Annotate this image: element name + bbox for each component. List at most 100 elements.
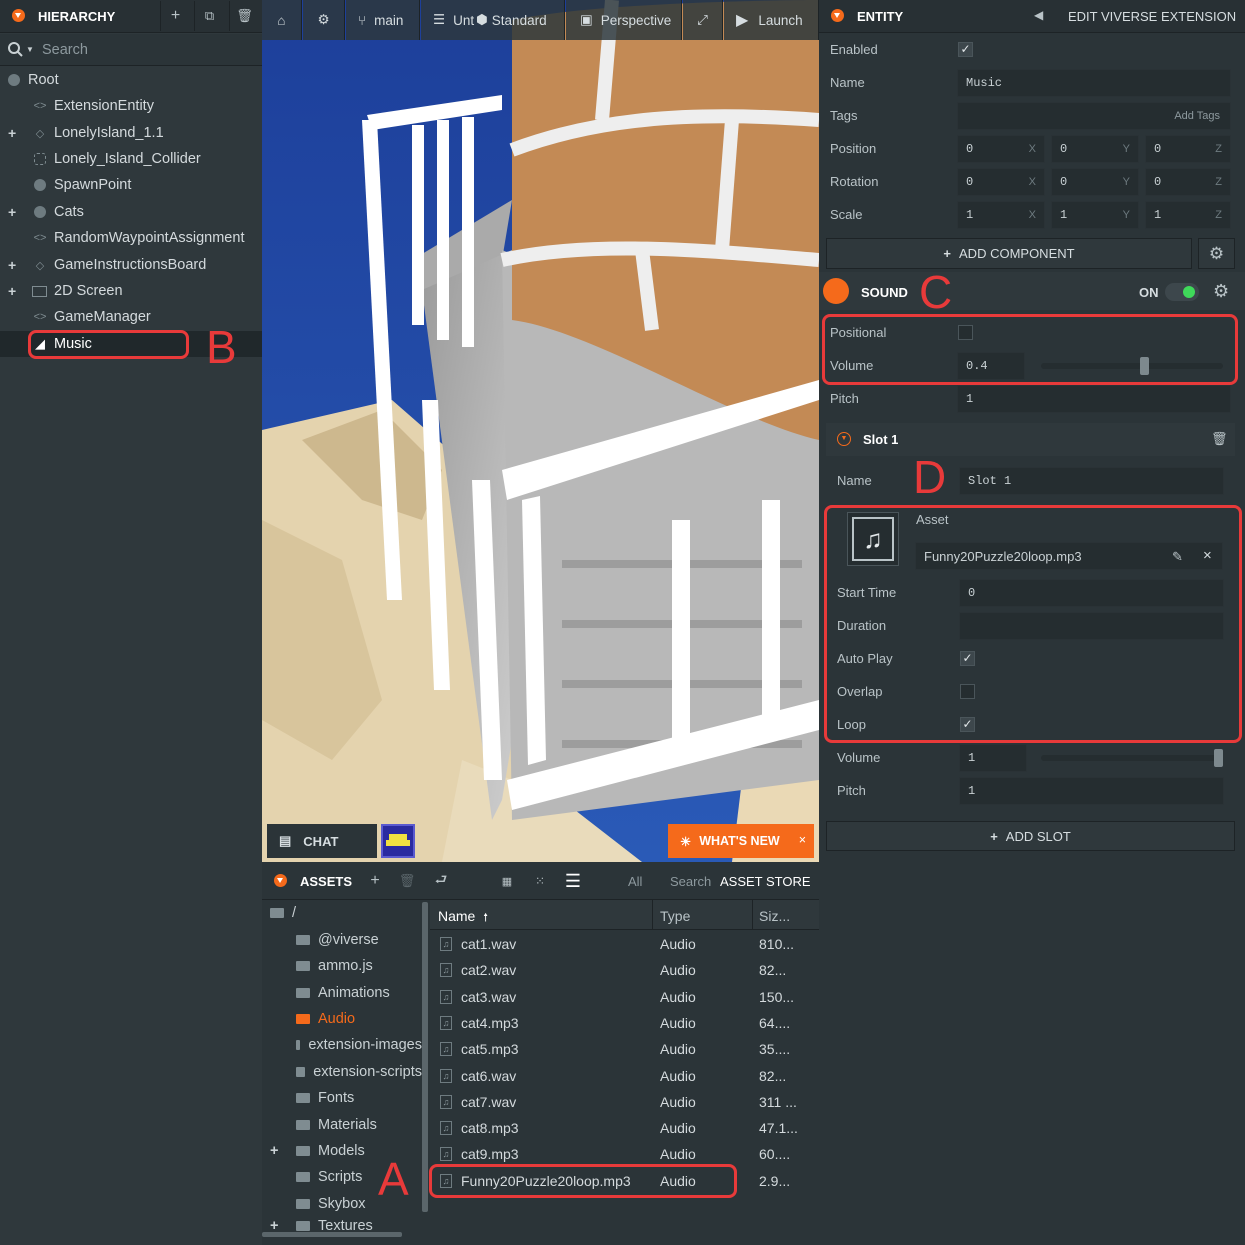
hierarchy-search[interactable]: ▼ Search [0,34,262,66]
position-z-field[interactable]: 0Z [1145,135,1231,163]
column-type[interactable]: Type [660,908,690,924]
folder-item[interactable]: extension-images [296,1032,422,1058]
folder-item[interactable]: @viverse [296,927,379,953]
folder-item[interactable]: ammo.js [296,953,373,979]
upload-icon[interactable]: ⮐ [426,866,456,896]
expand-icon[interactable]: + [270,1143,296,1159]
table-row[interactable]: ♫ cat8.mp3 Audio 47.1... [430,1115,819,1141]
rotation-y-field[interactable]: 0Y [1051,168,1139,196]
expand-icon[interactable]: + [8,257,16,273]
tree-item-gameinstructions[interactable]: + ◇ GameInstructionsBoard [0,252,262,278]
branch-button[interactable]: ⑂ main [346,0,420,40]
tags-field[interactable]: Add Tags [957,102,1231,130]
slot-volume-slider[interactable] [1041,755,1223,761]
table-row[interactable]: ♫ cat7.wav Audio 311 ... [430,1089,819,1115]
chat-button[interactable]: ▤ CHAT [267,824,377,858]
delete-icon[interactable]: 🗑 [392,866,422,896]
avatar[interactable] [381,824,415,858]
close-icon[interactable]: × [799,833,806,847]
render-mode-button[interactable]: ⬢ Standard [474,0,566,40]
cell-type: Audio [660,962,696,979]
folder-label: Models [318,1143,365,1159]
collapse-icon[interactable] [823,278,849,304]
column-name[interactable]: Name 🠕 [438,908,488,928]
table-row[interactable]: ♫ cat4.mp3 Audio 64.... [430,1010,819,1036]
folder-item[interactable]: Skybox [296,1191,366,1217]
expand-icon[interactable]: + [8,125,16,141]
column-size[interactable]: Siz... [759,908,790,924]
tree-item-extensionentity[interactable]: <> ExtensionEntity [0,93,262,119]
back-icon[interactable]: ◀ [1034,8,1043,22]
launch-button[interactable]: ▶ Launch [724,0,819,40]
vertical-scrollbar[interactable] [422,902,428,1212]
home-button[interactable]: ⌂ [262,0,302,40]
enabled-checkbox[interactable]: ✓ [958,42,973,57]
table-row[interactable]: ♫ cat1.wav Audio 810... [430,931,819,957]
add-asset-button[interactable]: + [360,866,390,896]
tree-item-2dscreen[interactable]: + 2D Screen [0,278,262,304]
position-y-field[interactable]: 0Y [1051,135,1139,163]
name-field[interactable]: Music [957,69,1231,97]
folder-item[interactable]: Materials [296,1112,377,1138]
slot-volume-field[interactable]: 1 [959,744,1027,772]
folder-item[interactable]: + Models [270,1138,365,1164]
table-row[interactable]: ♫ cat6.wav Audio 82... [430,1063,819,1089]
slot-name-field[interactable]: Slot 1 [959,467,1224,495]
position-x-field[interactable]: 0X [957,135,1045,163]
settings-button[interactable]: ⚙ [303,0,345,40]
table-row[interactable]: ♫ cat5.mp3 Audio 35.... [430,1036,819,1062]
add-entity-button[interactable]: + [160,1,190,31]
slot-pitch-field[interactable]: 1 [959,777,1224,805]
tree-item-randomwaypoint[interactable]: <> RandomWaypointAssignment [0,225,262,251]
assets-search-input[interactable]: Search [670,874,711,889]
rotation-x-field[interactable]: 0X [957,168,1045,196]
tree-item-lonelyisland[interactable]: + ◇ LonelyIsland_1.1 [0,120,262,146]
collapse-icon[interactable] [831,9,844,22]
scale-y-field[interactable]: 1Y [1051,201,1139,229]
whats-new-button[interactable]: ☀ WHAT'S NEW × [668,824,814,858]
tree-item-cats[interactable]: + Cats [0,199,262,225]
scene-viewport[interactable]: ⌂ ⚙ ⑂ main ☰ Unt ⬢ Standard ▣ Perspective ⤢ … [262,0,819,862]
collapse-icon[interactable] [12,9,25,22]
chevron-down-icon[interactable]: ▼ [26,45,34,54]
duplicate-icon[interactable]: ⧉ [194,1,224,31]
delete-icon[interactable]: 🗑 [1211,431,1228,447]
expand-icon[interactable]: + [8,283,16,299]
add-slot-button[interactable]: + ADD SLOT [826,821,1235,851]
folder-root[interactable]: / [270,900,296,926]
add-component-button[interactable]: + ADD COMPONENT [826,238,1192,269]
tree-item-root[interactable]: Root [0,67,262,93]
collapse-icon[interactable] [274,874,287,887]
large-grid-icon[interactable]: ▦ [492,866,522,896]
delete-icon[interactable]: 🗑 [229,1,259,31]
table-row[interactable]: ♫ cat3.wav Audio 150... [430,984,819,1010]
scale-x-field[interactable]: 1X [957,201,1045,229]
gear-icon[interactable]: ⚙ [1213,281,1229,302]
folder-item[interactable]: Fonts [296,1085,354,1111]
list-view-icon[interactable]: ☰ [558,866,588,896]
column-name-label: Name [438,908,476,924]
hierarchy-search-input[interactable]: Search [42,42,88,58]
expand-icon[interactable]: + [8,204,16,220]
folder-item[interactable]: Animations [296,980,390,1006]
tree-item-spawnpoint[interactable]: SpawnPoint [0,172,262,198]
camera-button[interactable]: ▣ Perspective [566,0,682,40]
table-row[interactable]: ♫ cat2.wav Audio 82... [430,957,819,983]
pitch-field[interactable]: 1 [957,385,1231,413]
component-settings-button[interactable]: ⚙ [1198,238,1235,269]
fullscreen-button[interactable]: ⤢ [683,0,723,40]
tree-item-collider[interactable]: Lonely_Island_Collider [0,146,262,172]
horizontal-scrollbar[interactable] [262,1232,402,1237]
folder-item[interactable]: Scripts [296,1164,362,1190]
small-grid-icon[interactable]: ⁙ [525,866,555,896]
collapse-icon[interactable]: ▼ [837,432,851,446]
folder-item[interactable]: extension-scripts [296,1059,422,1085]
rotation-z-field[interactable]: 0Z [1145,168,1231,196]
scale-z-field[interactable]: 1Z [1145,201,1231,229]
folder-item-audio[interactable]: Audio [296,1006,355,1032]
sound-toggle[interactable] [1165,283,1199,301]
slot-volume-slider-thumb[interactable] [1214,749,1223,767]
filter-dropdown[interactable]: All [628,874,642,889]
asset-store-button[interactable]: ASSET STORE [720,874,811,889]
edit-extension-button[interactable]: EDIT VIVERSE EXTENSION [1068,9,1236,24]
